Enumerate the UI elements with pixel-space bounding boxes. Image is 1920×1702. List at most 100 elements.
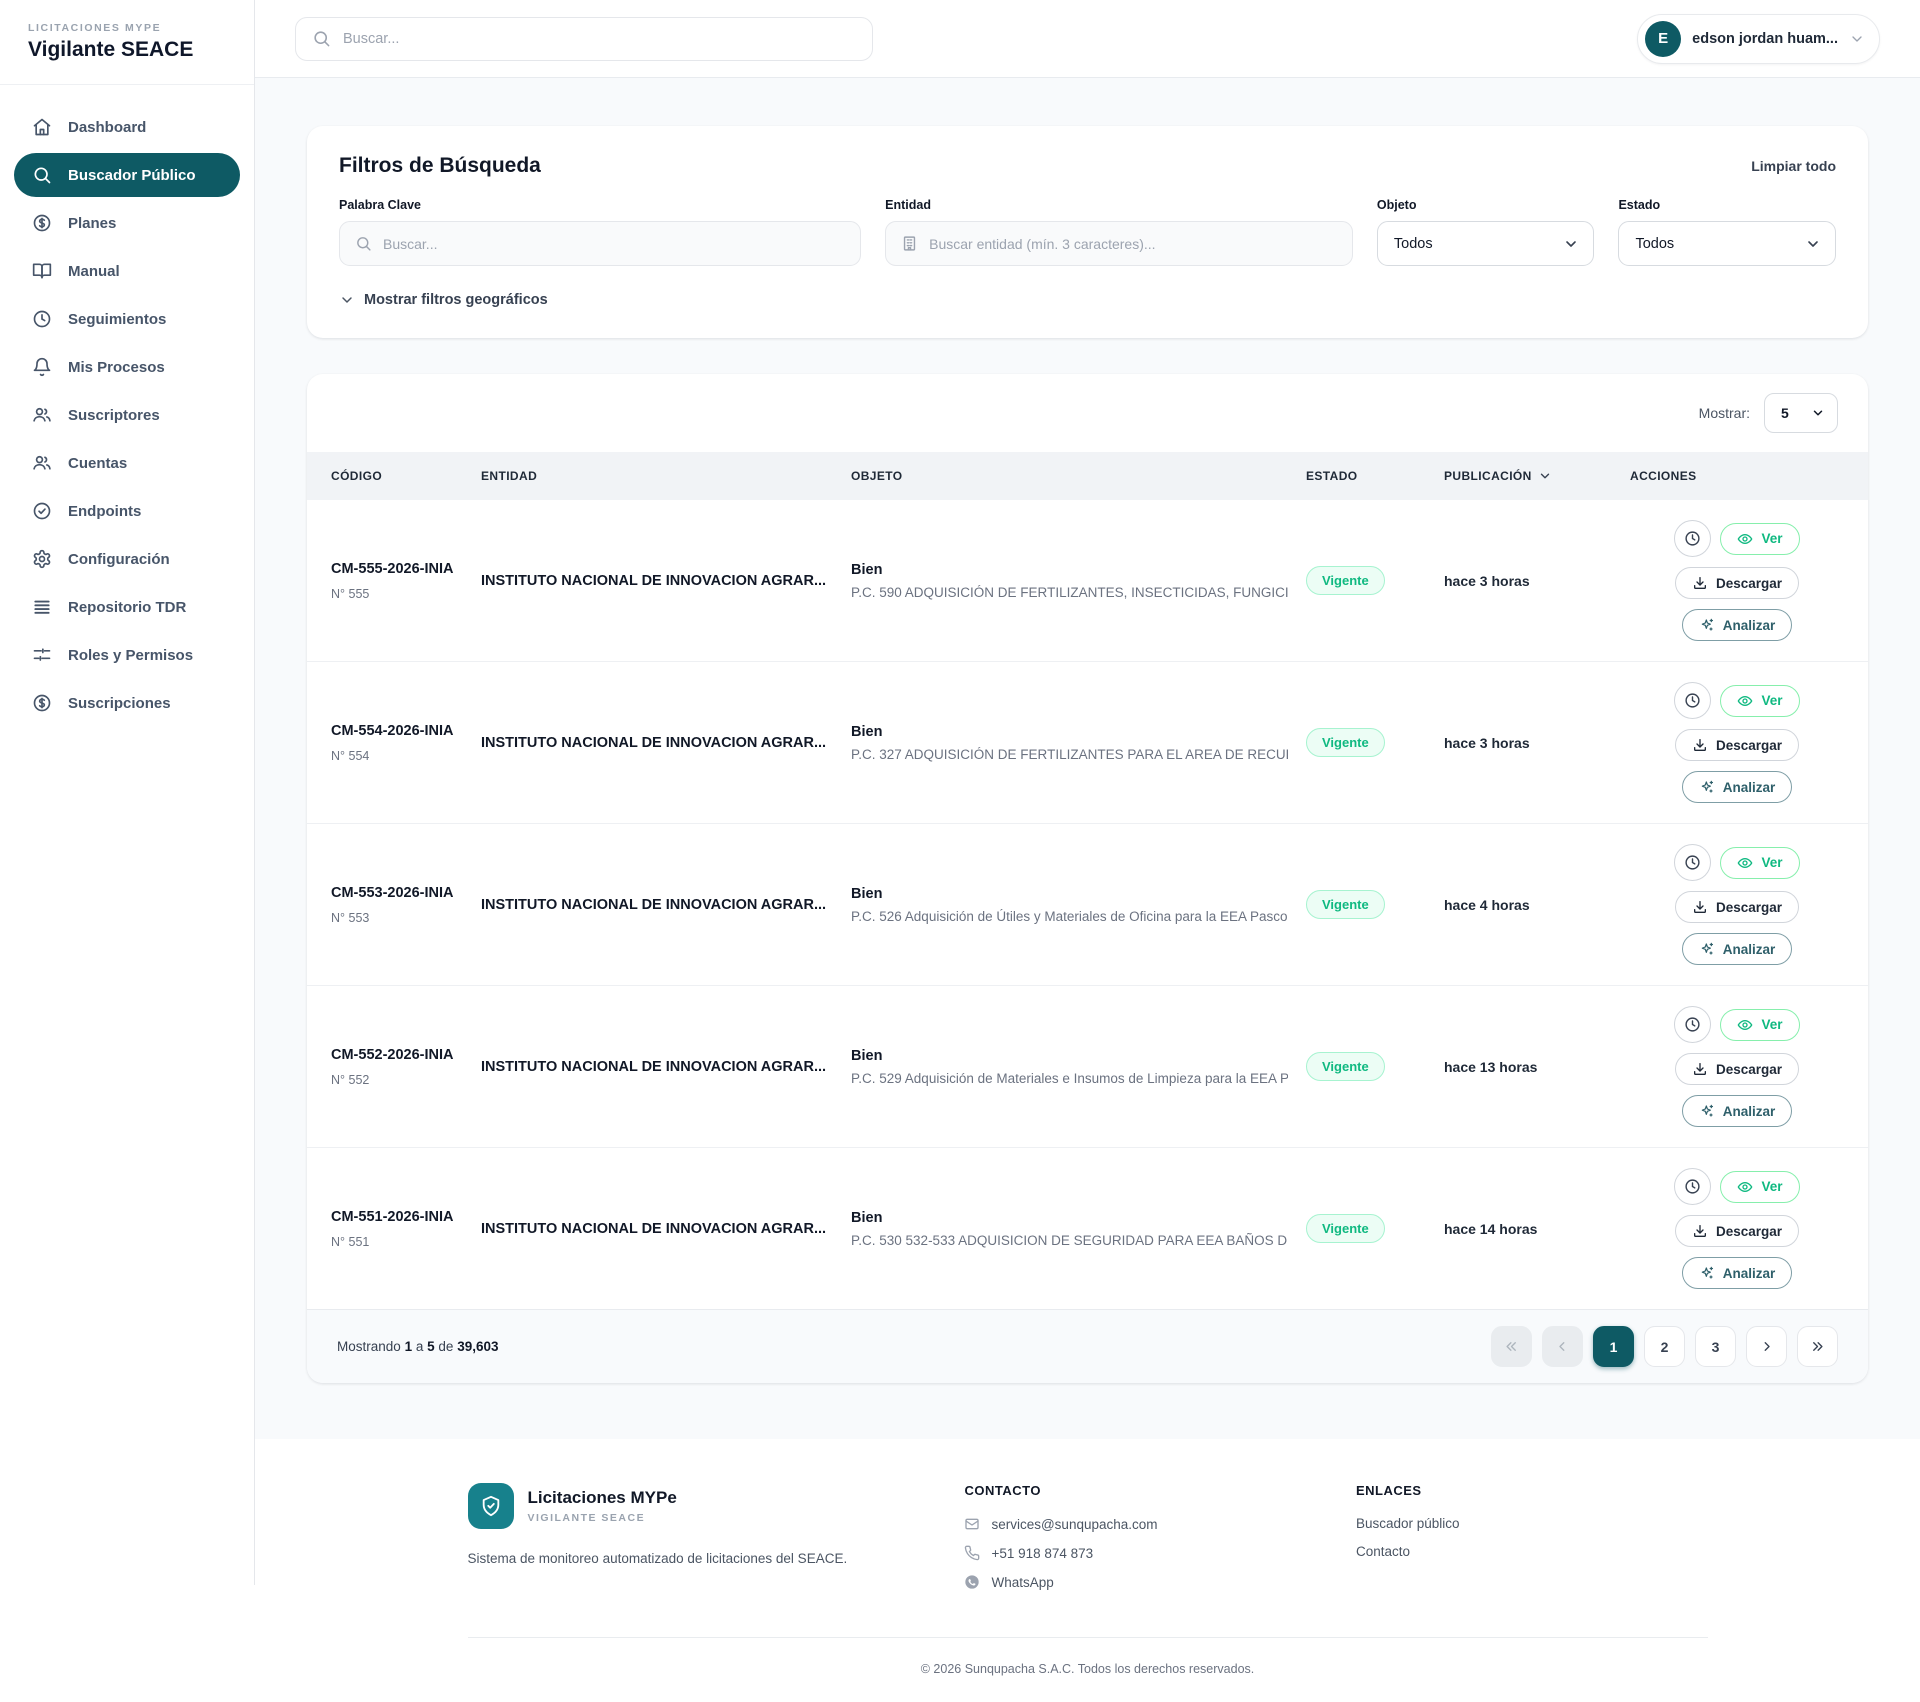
history-button[interactable] bbox=[1674, 844, 1711, 881]
process-number: N° 553 bbox=[331, 911, 463, 925]
analizar-button[interactable]: Analizar bbox=[1682, 771, 1793, 803]
eye-icon bbox=[1737, 1179, 1753, 1195]
published-ago: hace 14 horas bbox=[1444, 1221, 1612, 1237]
global-search-input[interactable] bbox=[343, 31, 856, 47]
analizar-button[interactable]: Analizar bbox=[1682, 609, 1793, 641]
users-icon bbox=[32, 405, 52, 425]
status-cell: Vigente bbox=[1306, 566, 1426, 595]
analizar-button[interactable]: Analizar bbox=[1682, 1095, 1793, 1127]
descargar-button[interactable]: Descargar bbox=[1675, 567, 1799, 599]
clear-all-link[interactable]: Limpiar todo bbox=[1751, 158, 1836, 174]
contact-email[interactable]: services@sunqupacha.com bbox=[964, 1516, 1316, 1532]
ver-button[interactable]: Ver bbox=[1720, 1171, 1799, 1203]
global-search[interactable] bbox=[295, 17, 873, 61]
copyright: © 2026 Sunqupacha S.A.C. Todos los derec… bbox=[468, 1662, 1708, 1676]
sidebar-item-mis-procesos[interactable]: Mis Procesos bbox=[14, 345, 240, 389]
actions-cell: Ver Descargar Analizar bbox=[1630, 682, 1844, 803]
contact-whatsapp[interactable]: WhatsApp bbox=[964, 1574, 1316, 1590]
published-ago: hace 3 horas bbox=[1444, 735, 1612, 751]
last-page-button[interactable] bbox=[1797, 1326, 1838, 1367]
home-icon bbox=[32, 117, 52, 137]
first-page-button[interactable] bbox=[1491, 1326, 1532, 1367]
descargar-button[interactable]: Descargar bbox=[1675, 1053, 1799, 1085]
col-estado: ESTADO bbox=[1306, 469, 1426, 483]
sidebar-item-dashboard[interactable]: Dashboard bbox=[14, 105, 240, 149]
state-select-value: Todos bbox=[1635, 236, 1674, 252]
chevron-left-icon bbox=[1555, 1339, 1570, 1354]
sidebar-item-roles-permisos[interactable]: Roles y Permisos bbox=[14, 633, 240, 677]
sidebar-item-manual[interactable]: Manual bbox=[14, 249, 240, 293]
ver-button[interactable]: Ver bbox=[1720, 847, 1799, 879]
footer-brand-sub: VIGILANTE SEACE bbox=[528, 1512, 677, 1524]
col-publicacion-sort[interactable]: PUBLICACIÓN bbox=[1444, 469, 1612, 483]
keyword-input[interactable] bbox=[383, 236, 845, 252]
main-content: Filtros de Búsqueda Limpiar todo Palabra… bbox=[255, 78, 1920, 1439]
sidebar-item-buscador-publico[interactable]: Buscador Público bbox=[14, 153, 240, 197]
page-size-value: 5 bbox=[1781, 405, 1789, 421]
process-number: N° 551 bbox=[331, 1235, 463, 1249]
page-size-select[interactable]: 5 bbox=[1764, 393, 1838, 433]
next-page-button[interactable] bbox=[1746, 1326, 1787, 1367]
prev-page-button[interactable] bbox=[1542, 1326, 1583, 1367]
keyword-label: Palabra Clave bbox=[339, 198, 861, 212]
history-button[interactable] bbox=[1674, 1168, 1711, 1205]
pagination-summary: Mostrando 1 a 5 de 39,603 bbox=[337, 1339, 499, 1354]
geo-filters-toggle[interactable]: Mostrar filtros geográficos bbox=[339, 292, 1836, 308]
page-2-button[interactable]: 2 bbox=[1644, 1326, 1685, 1367]
ver-button[interactable]: Ver bbox=[1720, 685, 1799, 717]
search-icon bbox=[312, 29, 331, 48]
object-type: Bien bbox=[851, 886, 1288, 902]
sidebar-item-label: Seguimientos bbox=[68, 311, 166, 328]
actions-cell: Ver Descargar Analizar bbox=[1630, 1006, 1844, 1127]
sidebar-item-repositorio-tdr[interactable]: Repositorio TDR bbox=[14, 585, 240, 629]
table-row: CM-554-2026-INIA N° 554 INSTITUTO NACION… bbox=[307, 662, 1868, 824]
sidebar-item-cuentas[interactable]: Cuentas bbox=[14, 441, 240, 485]
download-icon bbox=[1692, 899, 1708, 915]
object-description: P.C. 327 ADQUISICIÓN DE FERTILIZANTES PA… bbox=[851, 747, 1288, 762]
building-icon bbox=[901, 235, 918, 252]
status-cell: Vigente bbox=[1306, 1214, 1426, 1243]
sidebar-item-endpoints[interactable]: Endpoints bbox=[14, 489, 240, 533]
download-icon bbox=[1692, 575, 1708, 591]
object-cell: Bien P.C. 530 532-533 ADQUISICION DE SEG… bbox=[851, 1210, 1288, 1248]
object-type: Bien bbox=[851, 1210, 1288, 1226]
footer-link-contacto[interactable]: Contacto bbox=[1356, 1544, 1708, 1559]
object-select[interactable]: Todos bbox=[1377, 221, 1595, 266]
contact-phone[interactable]: +51 918 874 873 bbox=[964, 1545, 1316, 1561]
history-button[interactable] bbox=[1674, 1006, 1711, 1043]
footer-contact-col: CONTACTO services@sunqupacha.com +51 918… bbox=[964, 1483, 1316, 1603]
show-label: Mostrar: bbox=[1699, 405, 1750, 421]
object-type: Bien bbox=[851, 1048, 1288, 1064]
col-objeto: OBJETO bbox=[851, 469, 1288, 483]
analizar-button[interactable]: Analizar bbox=[1682, 1257, 1793, 1289]
check-circle-icon bbox=[32, 501, 52, 521]
page-1-button[interactable]: 1 bbox=[1593, 1326, 1634, 1367]
table-row: CM-552-2026-INIA N° 552 INSTITUTO NACION… bbox=[307, 986, 1868, 1148]
page-3-button[interactable]: 3 bbox=[1695, 1326, 1736, 1367]
status-badge: Vigente bbox=[1306, 1214, 1385, 1243]
footer-link-buscador[interactable]: Buscador público bbox=[1356, 1516, 1708, 1531]
object-description: P.C. 590 ADQUISICIÓN DE FERTILIZANTES, I… bbox=[851, 585, 1288, 600]
sidebar-item-planes[interactable]: Planes bbox=[14, 201, 240, 245]
user-menu[interactable]: E edson jordan huam... bbox=[1637, 14, 1880, 64]
history-button[interactable] bbox=[1674, 682, 1711, 719]
descargar-button[interactable]: Descargar bbox=[1675, 891, 1799, 923]
results-card: Mostrar: 5 CÓDIGO ENTIDAD OBJETO ESTADO … bbox=[307, 374, 1868, 1383]
descargar-button[interactable]: Descargar bbox=[1675, 1215, 1799, 1247]
ver-button[interactable]: Ver bbox=[1720, 523, 1799, 555]
sidebar-item-configuracion[interactable]: Configuración bbox=[14, 537, 240, 581]
sidebar-item-suscripciones[interactable]: Suscripciones bbox=[14, 681, 240, 725]
process-code: CM-554-2026-INIA bbox=[331, 722, 463, 742]
analizar-button[interactable]: Analizar bbox=[1682, 933, 1793, 965]
object-select-value: Todos bbox=[1394, 236, 1433, 252]
clock-icon bbox=[32, 309, 52, 329]
state-select[interactable]: Todos bbox=[1618, 221, 1836, 266]
history-button[interactable] bbox=[1674, 520, 1711, 557]
entity-input[interactable] bbox=[929, 236, 1337, 252]
chevrons-right-icon bbox=[1810, 1339, 1825, 1354]
sidebar-item-suscriptores[interactable]: Suscriptores bbox=[14, 393, 240, 437]
entity-label: Entidad bbox=[885, 198, 1353, 212]
sidebar-item-seguimientos[interactable]: Seguimientos bbox=[14, 297, 240, 341]
ver-button[interactable]: Ver bbox=[1720, 1009, 1799, 1041]
descargar-button[interactable]: Descargar bbox=[1675, 729, 1799, 761]
